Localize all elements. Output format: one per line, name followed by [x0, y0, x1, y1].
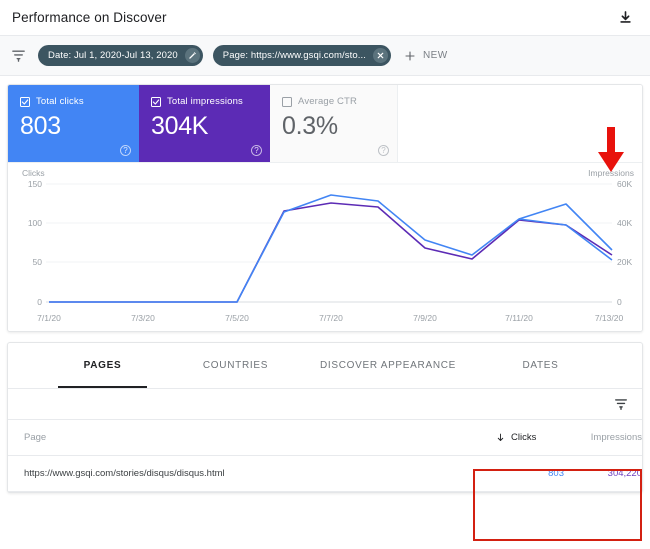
tab-dates[interactable]: DATES: [474, 343, 607, 388]
svg-text:40K: 40K: [617, 218, 632, 228]
column-header-clicks-label: Clicks: [511, 432, 537, 443]
help-icon[interactable]: ?: [120, 145, 131, 156]
tab-countries[interactable]: COUNTRIES: [169, 343, 302, 388]
svg-text:150: 150: [28, 179, 42, 189]
svg-text:100: 100: [28, 218, 42, 228]
app-header: Performance on Discover: [0, 0, 650, 36]
filter-chip-page[interactable]: Page: https://www.gsqi.com/sto...: [212, 45, 391, 66]
pencil-edit-icon[interactable]: [184, 48, 200, 63]
filter-funnel-icon[interactable]: [10, 48, 26, 64]
metric-average-ctr-value: 0.3%: [282, 112, 338, 140]
help-icon[interactable]: ?: [251, 145, 262, 156]
chart-x-ticks: 7/1/20 7/3/20 7/5/20 7/7/20 7/9/20 7/11/…: [37, 313, 623, 323]
chart-series-clicks-tail: [518, 218, 613, 261]
metric-tile-total-clicks[interactable]: Total clicks 803 ?: [8, 85, 139, 162]
svg-text:7/13/20: 7/13/20: [595, 313, 624, 323]
metric-total-clicks-head: Total clicks: [20, 96, 127, 107]
filter-bar: Date: Jul 1, 2020-Jul 13, 2020 Page: htt…: [0, 36, 650, 76]
performance-chart: Clicks Impressions 150 100 50 0 60K 40K …: [8, 127, 642, 331]
metric-total-impressions-value: 304K: [151, 112, 209, 140]
checkbox-unchecked-icon[interactable]: [282, 96, 292, 107]
chart-canvas: 150 100 50 0 60K 40K 20K 0 7/1/20 7/3/20…: [28, 179, 633, 323]
svg-text:7/5/20: 7/5/20: [225, 313, 249, 323]
tab-pages-label: PAGES: [83, 360, 122, 371]
sort-descending-arrow-icon: [496, 432, 505, 443]
plus-icon: [403, 49, 416, 62]
chart-y-left-ticks: 150 100 50 0: [28, 179, 42, 307]
metric-average-ctr-label: Average CTR: [298, 96, 358, 107]
metric-tile-average-ctr[interactable]: Average CTR 0.3% ?: [270, 85, 398, 162]
tab-dates-label: DATES: [522, 360, 559, 371]
chart-right-axis-title: Impressions: [588, 168, 634, 178]
tab-pages[interactable]: PAGES: [36, 343, 169, 388]
page-title: Performance on Discover: [12, 10, 167, 25]
tab-discover-appearance-label: DISCOVER APPEARANCE: [319, 360, 457, 371]
column-header-page[interactable]: Page: [24, 432, 496, 443]
chart-y-right-ticks: 60K 40K 20K 0: [617, 179, 632, 307]
svg-text:20K: 20K: [617, 257, 632, 267]
metric-total-clicks-value: 803: [20, 112, 61, 140]
table-cell-impressions: 304,220: [607, 468, 642, 479]
chart-series-impressions: [49, 202, 613, 303]
svg-text:7/1/20: 7/1/20: [37, 313, 61, 323]
table-cell-clicks: 803: [548, 468, 564, 479]
table-toolbar: [8, 389, 642, 420]
filter-chip-date[interactable]: Date: Jul 1, 2020-Jul 13, 2020: [38, 45, 203, 66]
metric-tiles: Total clicks 803 ? Total impressions 304…: [8, 85, 642, 163]
svg-text:0: 0: [37, 297, 42, 307]
checkbox-checked-icon[interactable]: [20, 96, 30, 107]
tab-countries-label: COUNTRIES: [202, 360, 269, 371]
svg-text:7/3/20: 7/3/20: [131, 313, 155, 323]
checkbox-checked-icon[interactable]: [151, 96, 161, 107]
metric-tile-total-impressions[interactable]: Total impressions 304K ?: [139, 85, 270, 162]
table-cell-page[interactable]: https://www.gsqi.com/stories/disqus/disq…: [24, 468, 490, 479]
chart-gridlines: [46, 183, 612, 303]
chart-left-axis-title: Clicks: [22, 168, 45, 178]
table-row[interactable]: https://www.gsqi.com/stories/disqus/disq…: [8, 456, 642, 492]
filter-chip-date-label: Date: Jul 1, 2020-Jul 13, 2020: [48, 49, 178, 61]
metric-total-impressions-head: Total impressions: [151, 96, 258, 107]
metric-total-clicks-label: Total clicks: [36, 96, 84, 107]
help-icon[interactable]: ?: [378, 145, 389, 156]
performance-card: Total clicks 803 ? Total impressions 304…: [7, 84, 643, 332]
column-header-impressions[interactable]: Impressions: [570, 432, 642, 443]
svg-text:0: 0: [617, 297, 622, 307]
svg-text:50: 50: [33, 257, 43, 267]
close-x-icon[interactable]: [373, 48, 388, 63]
column-header-clicks[interactable]: Clicks: [496, 432, 570, 443]
filter-chip-page-label: Page: https://www.gsqi.com/sto...: [222, 49, 366, 61]
results-card: PAGES COUNTRIES DISCOVER APPEARANCE DATE…: [7, 342, 643, 493]
svg-text:7/11/20: 7/11/20: [505, 313, 533, 323]
download-icon: [619, 11, 631, 23]
new-filter-label: NEW: [423, 50, 448, 61]
table-header-row: Page Clicks Impressions: [8, 420, 642, 456]
results-tabs: PAGES COUNTRIES DISCOVER APPEARANCE DATE…: [8, 343, 642, 389]
new-filter-button[interactable]: NEW: [403, 49, 448, 62]
metric-average-ctr-head: Average CTR: [282, 96, 385, 107]
svg-text:7/7/20: 7/7/20: [319, 313, 343, 323]
tab-discover-appearance[interactable]: DISCOVER APPEARANCE: [302, 343, 474, 388]
chart-series-clicks: [49, 194, 613, 303]
svg-text:60K: 60K: [617, 179, 632, 189]
metric-total-impressions-label: Total impressions: [167, 96, 243, 107]
metrics-filler: [398, 85, 642, 162]
download-button[interactable]: [614, 7, 636, 29]
table-filter-funnel-icon[interactable]: [613, 397, 628, 412]
svg-text:7/9/20: 7/9/20: [413, 313, 437, 323]
